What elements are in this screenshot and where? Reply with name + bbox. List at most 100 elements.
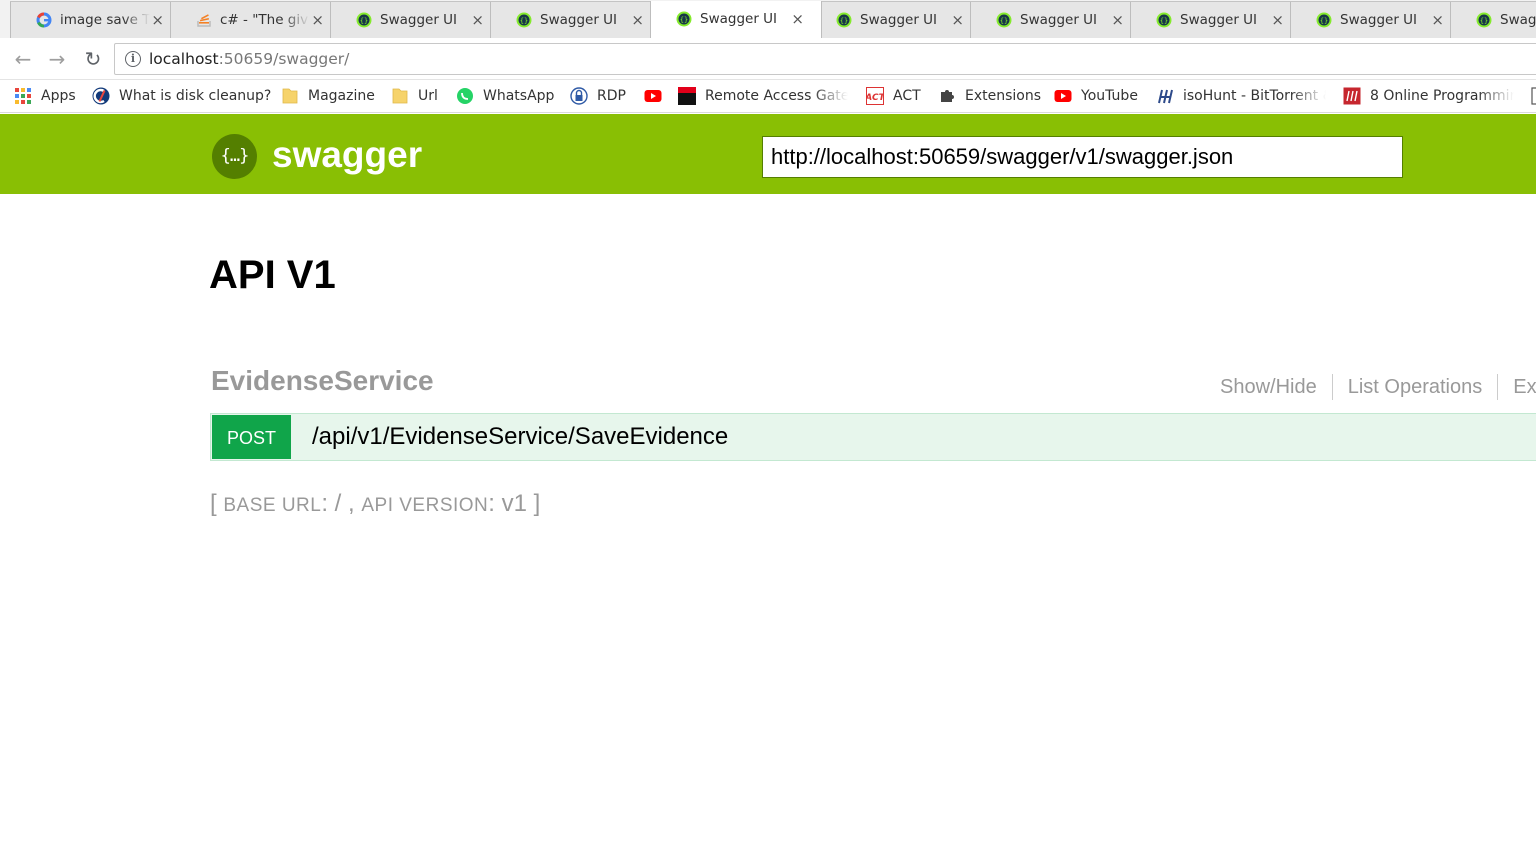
close-icon[interactable]: × xyxy=(791,10,804,28)
bookmark-label: Url xyxy=(418,88,438,104)
api-version-label: API VERSION xyxy=(361,495,489,516)
swagger-icon: {} xyxy=(1316,12,1332,28)
close-icon[interactable]: × xyxy=(1111,11,1124,29)
tab-title: Swagger UI xyxy=(1340,12,1418,28)
browser-tab[interactable]: {} Swagg xyxy=(1450,1,1536,38)
remote-access-icon xyxy=(678,87,696,105)
bookmark-overflow[interactable] xyxy=(1530,85,1536,107)
svg-text:{}: {} xyxy=(360,17,368,25)
bookmark-online-programming[interactable]: 8 Online Programmin xyxy=(1343,85,1514,107)
resource-name[interactable]: EvidenseService xyxy=(211,365,434,397)
bookmark-disk-cleanup[interactable]: What is disk cleanup? xyxy=(92,85,271,107)
bookmark-rdp[interactable]: RDP xyxy=(570,85,626,107)
close-icon[interactable]: × xyxy=(951,11,964,29)
list-operations-link[interactable]: List Operations xyxy=(1333,376,1498,399)
tab-title: Swagger UI xyxy=(540,12,618,28)
bookmark-act[interactable]: ACT ACT xyxy=(866,85,921,107)
close-icon[interactable]: × xyxy=(471,11,484,29)
address-bar[interactable]: i localhost:50659/swagger/ xyxy=(114,43,1536,75)
spec-url-input[interactable] xyxy=(762,136,1403,178)
bracket-open: [ xyxy=(210,490,224,517)
bookmark-label: Apps xyxy=(41,88,76,104)
swagger-header: {…} swagger xyxy=(0,114,1536,194)
bookmark-youtube[interactable]: YouTube xyxy=(1054,85,1138,107)
tab-title: Swagger UI xyxy=(1020,12,1098,28)
browser-tab[interactable]: {} Swagger UI × xyxy=(810,1,982,38)
apps-grid-icon xyxy=(15,88,31,104)
swagger-icon: {} xyxy=(1156,12,1172,28)
browser-tab[interactable]: c# - "The giv × xyxy=(170,1,342,38)
api-version-value: : v1 xyxy=(488,490,534,517)
bookmark-whatsapp[interactable]: WhatsApp xyxy=(456,85,554,107)
bookmark-label: WhatsApp xyxy=(483,88,555,104)
api-title: API V1 xyxy=(209,253,336,297)
expand-operations-link[interactable]: Ex xyxy=(1498,376,1536,399)
tab-title: image save T xyxy=(60,12,150,28)
back-arrow-icon[interactable]: ← xyxy=(12,48,34,70)
folder-icon xyxy=(392,88,408,104)
puzzle-icon xyxy=(941,90,954,102)
bookmark-label: Magazine xyxy=(308,88,375,104)
bookmark-label: What is disk cleanup? xyxy=(119,88,272,104)
operation-row[interactable]: POST /api/v1/EvidenseService/SaveEvidenc… xyxy=(210,413,1536,461)
browser-tab[interactable]: {} Swagger UI × xyxy=(330,1,502,38)
close-icon[interactable]: × xyxy=(631,11,644,29)
rdp-lock-icon xyxy=(570,87,588,105)
browser-tab-active[interactable]: {} Swagger UI × xyxy=(650,1,822,38)
browser-tab[interactable]: image save T × xyxy=(10,1,182,38)
browser-tab[interactable]: {} Swagger UI × xyxy=(1130,1,1302,38)
close-icon[interactable]: × xyxy=(311,11,324,29)
bookmark-youtube-shortcut[interactable] xyxy=(644,85,671,107)
ccleaner-icon xyxy=(92,87,110,105)
tab-title: Swagger UI xyxy=(1180,12,1258,28)
swagger-icon: {} xyxy=(996,12,1012,28)
bookmark-label: Remote Access Gatew xyxy=(705,88,848,104)
tab-title: c# - "The giv xyxy=(220,12,309,28)
close-icon[interactable]: × xyxy=(1271,11,1284,29)
bookmark-magazine[interactable]: Magazine xyxy=(281,85,375,107)
http-method-badge[interactable]: POST xyxy=(212,415,291,459)
bookmark-url[interactable]: Url xyxy=(391,85,438,107)
close-icon[interactable]: × xyxy=(1431,11,1444,29)
browser-tab-strip: image save T × c# - "The giv × {} Swagge… xyxy=(0,0,1536,38)
youtube-icon xyxy=(1054,90,1072,102)
bookmark-label: YouTube xyxy=(1081,88,1138,104)
svg-text:ACT: ACT xyxy=(866,93,884,103)
bookmark-apps[interactable]: Apps xyxy=(14,85,76,107)
address-url: localhost:50659/swagger/ xyxy=(149,50,349,68)
svg-text:{}: {} xyxy=(1160,17,1168,25)
reload-icon[interactable]: ↻ xyxy=(82,48,104,70)
base-url-value: : / , xyxy=(321,490,362,517)
tab-title: Swagger UI xyxy=(380,12,458,28)
swagger-icon: {} xyxy=(676,11,692,27)
operation-path[interactable]: /api/v1/EvidenseService/SaveEvidence xyxy=(312,423,728,451)
show-hide-link[interactable]: Show/Hide xyxy=(1205,376,1332,399)
swagger-icon: {} xyxy=(356,12,372,28)
youtube-icon xyxy=(644,90,662,102)
swagger-logo-icon[interactable]: {…} xyxy=(212,134,257,179)
bookmark-label: ACT xyxy=(893,88,921,104)
swagger-logo-text[interactable]: swagger xyxy=(272,134,422,176)
info-icon[interactable]: i xyxy=(125,51,141,67)
close-icon[interactable]: × xyxy=(151,11,164,29)
svg-text:{}: {} xyxy=(520,17,528,25)
browser-toolbar: ← → ↻ i localhost:50659/swagger/ xyxy=(0,38,1536,80)
tab-title: Swagger UI xyxy=(700,11,778,27)
swagger-icon: {} xyxy=(516,12,532,28)
bookmark-isohunt[interactable]: isoHunt - BitTorrent & xyxy=(1156,85,1326,107)
folder-icon xyxy=(282,88,298,104)
bookmark-remote-access[interactable]: Remote Access Gatew xyxy=(678,85,848,107)
swagger-icon: {} xyxy=(1476,12,1492,28)
browser-tab[interactable]: {} Swagger UI × xyxy=(490,1,662,38)
svg-text:{}: {} xyxy=(680,16,688,24)
google-icon xyxy=(36,12,52,28)
svg-text:{}: {} xyxy=(1320,17,1328,25)
bookmark-label: isoHunt - BitTorrent & xyxy=(1183,88,1326,104)
forward-arrow-icon[interactable]: → xyxy=(46,48,68,70)
programming-icon xyxy=(1343,87,1361,105)
bookmarks-bar: Apps What is disk cleanup? Magazine Url … xyxy=(0,80,1536,113)
base-url-label: BASE URL xyxy=(223,495,322,516)
bookmark-extensions[interactable]: Extensions xyxy=(938,85,1041,107)
browser-tab[interactable]: {} Swagger UI × xyxy=(1290,1,1462,38)
browser-tab[interactable]: {} Swagger UI × xyxy=(970,1,1142,38)
